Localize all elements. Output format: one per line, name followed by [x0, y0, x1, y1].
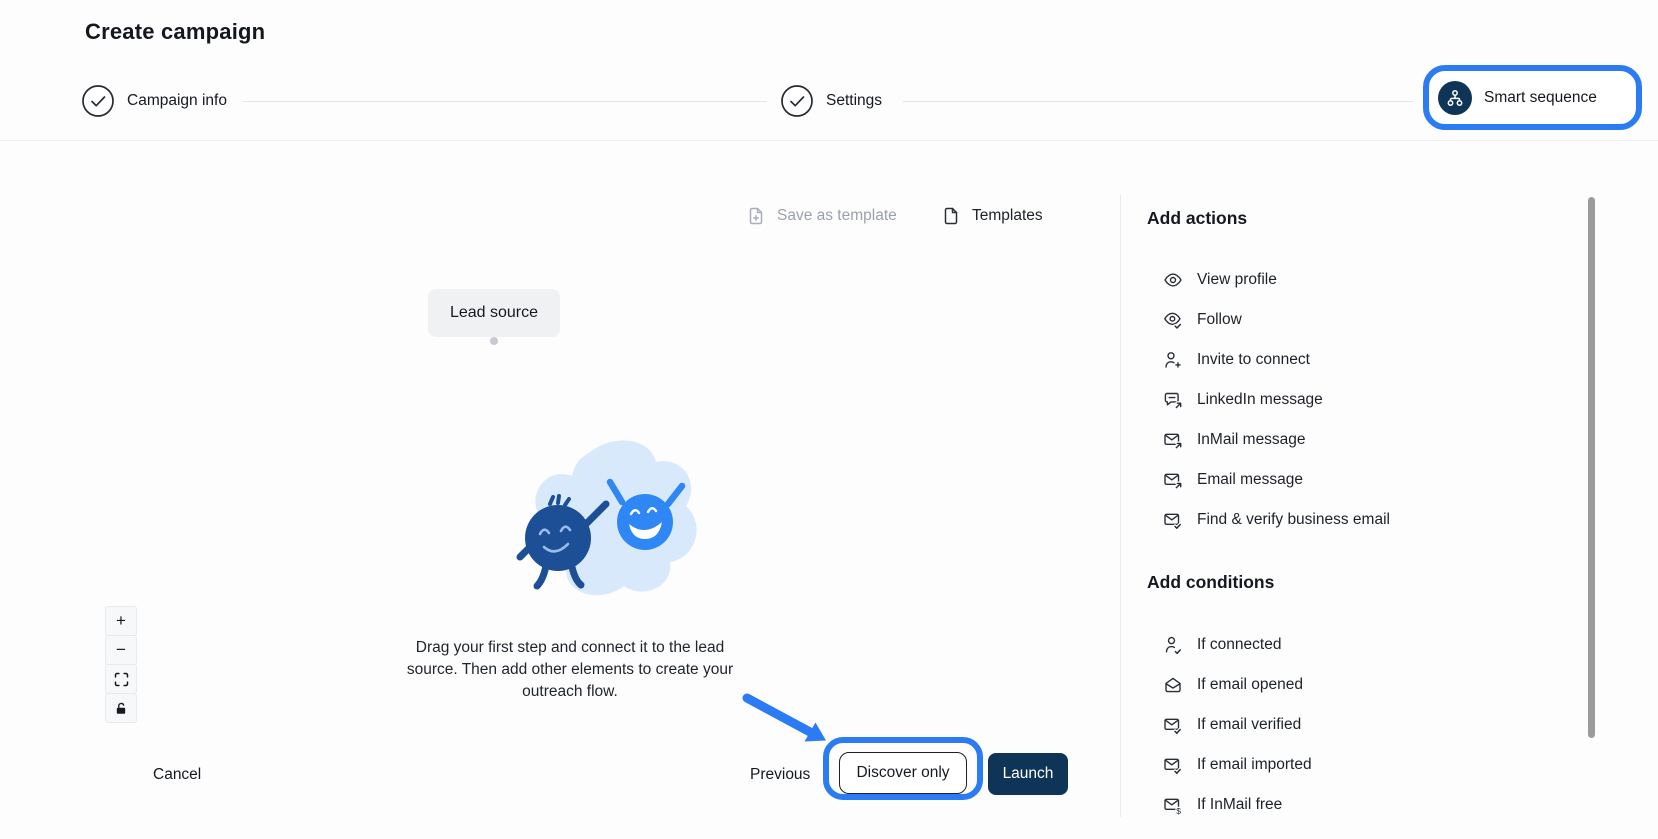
action-label: Invite to connect [1197, 351, 1310, 369]
add-actions-heading: Add actions [1147, 208, 1247, 229]
condition-if-inmail-free[interactable]: $ If InMail free [1147, 785, 1547, 825]
lead-source-label: Lead source [450, 304, 538, 322]
create-campaign-screen: Create campaign Campaign info Settings S… [0, 0, 1658, 839]
condition-label: If InMail free [1197, 796, 1282, 814]
condition-label: If email imported [1197, 756, 1312, 774]
empty-state-illustration [498, 430, 698, 602]
save-as-template-button[interactable]: Save as template [746, 206, 897, 226]
empty-state-text: Drag your first step and connect it to t… [400, 637, 740, 703]
step-smart-sequence[interactable]: Smart sequence [1423, 65, 1642, 130]
header-divider [0, 140, 1658, 141]
discover-only-button[interactable]: Discover only [839, 752, 967, 794]
check-circle-icon [781, 85, 813, 117]
action-linkedin-message[interactable]: LinkedIn message [1147, 380, 1547, 420]
step-label: Campaign info [127, 92, 227, 110]
action-label: Find & verify business email [1197, 511, 1390, 529]
step-label: Settings [826, 92, 882, 110]
step-label: Smart sequence [1484, 89, 1597, 107]
save-as-template-label: Save as template [777, 207, 897, 225]
conditions-list: If connected If email opened If email ve… [1147, 625, 1547, 825]
mail-check-icon [1163, 715, 1183, 735]
condition-label: If connected [1197, 636, 1281, 654]
mail-arrow-icon [1163, 470, 1183, 490]
templates-button[interactable]: Templates [941, 206, 1043, 226]
action-find-verify-business-email[interactable]: Find & verify business email [1147, 500, 1547, 540]
mail-open-icon [1163, 675, 1183, 695]
file-plus-icon [746, 206, 766, 226]
zoom-out-button[interactable]: − [105, 635, 137, 665]
lock-button[interactable] [105, 693, 137, 723]
action-label: LinkedIn message [1197, 391, 1323, 409]
previous-button[interactable]: Previous [750, 766, 810, 784]
eye-check-icon [1163, 310, 1183, 330]
lead-source-node[interactable]: Lead source [428, 289, 560, 337]
cancel-button[interactable]: Cancel [153, 766, 201, 784]
step-settings[interactable]: Settings [781, 85, 882, 117]
condition-if-email-verified[interactable]: If email verified [1147, 705, 1547, 745]
action-label: Email message [1197, 471, 1303, 489]
condition-label: If email verified [1197, 716, 1301, 734]
svg-text:$: $ [1176, 806, 1181, 815]
lock-open-icon [114, 701, 128, 716]
launch-button[interactable]: Launch [988, 753, 1068, 795]
canvas-zoom-controls: + − [105, 606, 137, 723]
action-label: View profile [1197, 271, 1277, 289]
actions-list: View profile Follow Invite to connect [1147, 260, 1547, 540]
lead-source-connector-dot[interactable] [490, 337, 498, 345]
mail-check-icon [1163, 755, 1183, 775]
person-check-icon [1163, 635, 1183, 655]
stepper-connector [243, 101, 767, 102]
plus-icon: + [116, 611, 126, 631]
minus-icon: − [116, 640, 126, 660]
action-inmail-message[interactable]: InMail message [1147, 420, 1547, 460]
page-title: Create campaign [85, 19, 265, 45]
eye-icon [1163, 270, 1183, 290]
sidebar-divider [1120, 195, 1121, 817]
condition-if-email-imported[interactable]: If email imported [1147, 745, 1547, 785]
mail-dollar-icon: $ [1163, 795, 1183, 815]
action-follow[interactable]: Follow [1147, 300, 1547, 340]
annotation-arrow [735, 686, 835, 748]
file-icon [941, 206, 961, 226]
fit-view-button[interactable] [105, 664, 137, 694]
action-label: InMail message [1197, 431, 1306, 449]
mail-check-icon [1163, 510, 1183, 530]
templates-label: Templates [972, 207, 1043, 225]
condition-if-connected[interactable]: If connected [1147, 625, 1547, 665]
action-invite-to-connect[interactable]: Invite to connect [1147, 340, 1547, 380]
fit-view-icon [114, 672, 129, 687]
action-email-message[interactable]: Email message [1147, 460, 1547, 500]
sequence-icon [1438, 81, 1472, 115]
step-campaign-info[interactable]: Campaign info [82, 85, 227, 117]
sidebar-scrollbar-thumb[interactable] [1588, 197, 1595, 738]
stepper-connector [903, 101, 1413, 102]
condition-label: If email opened [1197, 676, 1303, 694]
add-conditions-heading: Add conditions [1147, 572, 1274, 593]
action-view-profile[interactable]: View profile [1147, 260, 1547, 300]
chat-arrow-icon [1163, 390, 1183, 410]
check-circle-icon [82, 85, 114, 117]
action-label: Follow [1197, 311, 1242, 329]
condition-if-email-opened[interactable]: If email opened [1147, 665, 1547, 705]
mail-arrow-icon [1163, 430, 1183, 450]
zoom-in-button[interactable]: + [105, 606, 137, 636]
person-plus-icon [1163, 350, 1183, 370]
